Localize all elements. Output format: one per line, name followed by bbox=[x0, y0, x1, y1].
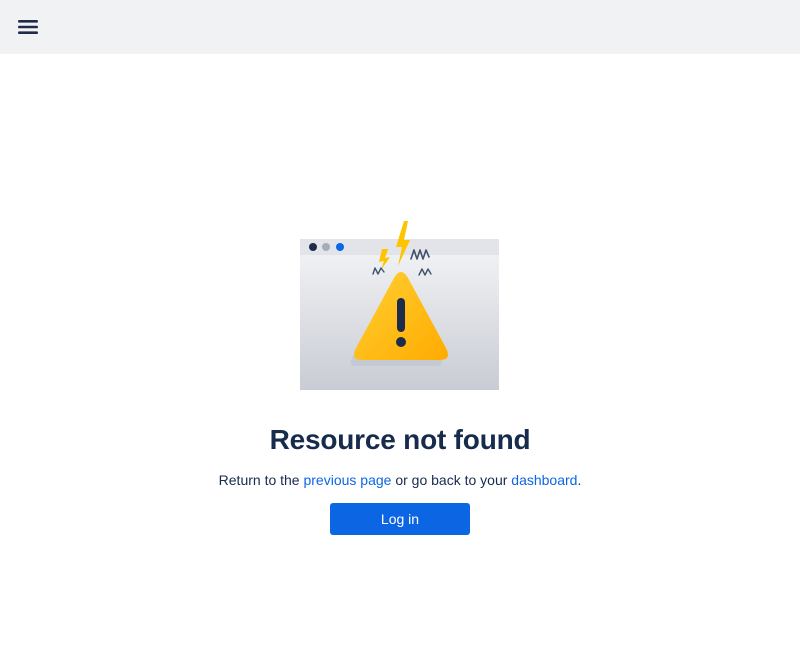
error-illustration bbox=[300, 221, 499, 390]
previous-page-link[interactable]: previous page bbox=[303, 472, 391, 488]
dashboard-link[interactable]: dashboard bbox=[511, 472, 577, 488]
top-bar bbox=[0, 0, 800, 54]
message-prefix: Return to the bbox=[218, 472, 304, 488]
message-middle: or go back to your bbox=[391, 472, 512, 488]
window-dot-gray bbox=[322, 243, 330, 251]
window-dot-dark bbox=[309, 243, 317, 251]
login-button[interactable]: Log in bbox=[330, 503, 470, 535]
exclamation-bar bbox=[397, 298, 405, 332]
window-dot-blue bbox=[336, 243, 344, 251]
error-message: Return to the previous page or go back t… bbox=[0, 471, 800, 489]
hamburger-menu-icon bbox=[18, 20, 38, 34]
exclamation-dot bbox=[396, 337, 406, 347]
menu-button[interactable] bbox=[14, 13, 42, 41]
message-suffix: . bbox=[577, 472, 582, 488]
page-title: Resource not found bbox=[269, 424, 531, 455]
